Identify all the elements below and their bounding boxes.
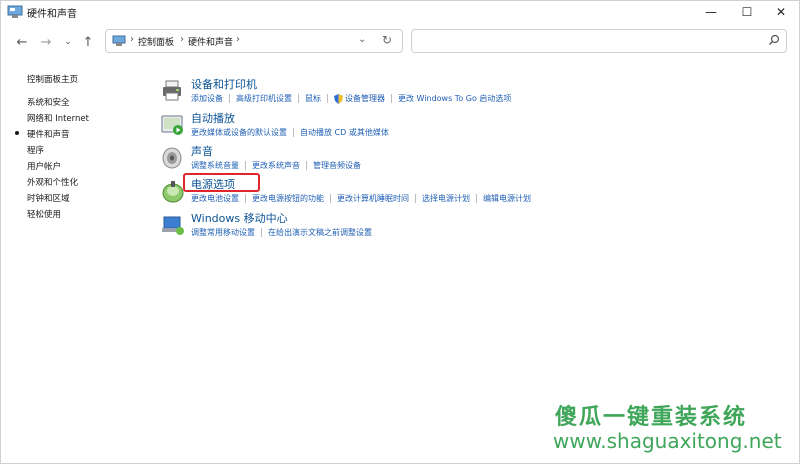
link-device-manager[interactable]: 设备管理器 [345,93,385,104]
link-divider [229,94,230,103]
navigation-bar: ← → ⌄ ↑ › 控制面板 › 硬件和声音 › ⌄ ↻ [1,27,799,57]
control-panel-icon [7,5,23,18]
admin-shield-icon [334,93,343,104]
autoplay-icon [161,115,183,135]
sidebar-item-programs[interactable]: 程序 [27,144,44,156]
maximize-button[interactable]: ☐ [729,1,765,23]
link-edit-power-plan[interactable]: 编辑电源计划 [483,193,531,204]
window-title: 硬件和声音 [27,9,77,20]
link-manage-audio-devices[interactable]: 管理音频设备 [313,160,361,171]
link-sleep-time[interactable]: 更改计算机睡眠时间 [337,193,409,204]
speaker-icon [162,147,182,169]
breadcrumb-separator: › [130,34,134,45]
category-autoplay: 自动播放 更改媒体或设备的默认设置 自动播放 CD 或其他媒体 [161,110,781,143]
address-bar[interactable]: › 控制面板 › 硬件和声音 › ⌄ ↻ [105,29,403,53]
link-divider [245,194,246,203]
address-dropdown-button[interactable]: ⌄ [358,34,366,45]
link-divider [327,94,328,103]
sidebar-item-appearance[interactable]: 外观和个性化 [27,176,78,188]
link-divider [415,194,416,203]
link-add-device[interactable]: 添加设备 [191,93,223,104]
title-bar: 硬件和声音 — ☐ ✕ [1,1,799,23]
category-title[interactable]: 自动播放 [191,110,235,126]
link-divider [306,161,307,170]
refresh-button[interactable]: ↻ [382,33,392,47]
sidebar-item-clock-region[interactable]: 时钟和区域 [27,192,70,204]
forward-button[interactable]: → [37,33,55,51]
category-title[interactable]: 声音 [191,143,213,159]
link-divider [476,194,477,203]
highlight-annotation [183,173,260,192]
link-choose-power-plan[interactable]: 选择电源计划 [422,193,470,204]
sidebar-item-ease-of-access[interactable]: 轻松使用 [27,208,61,220]
close-button[interactable]: ✕ [763,1,799,23]
minimize-button[interactable]: — [693,1,729,23]
link-divider [245,161,246,170]
category-title[interactable]: 设备和打印机 [191,76,257,92]
search-input[interactable] [411,29,787,53]
sidebar-item-home[interactable]: 控制面板主页 [27,73,78,85]
link-divider [391,94,392,103]
category-links: 更改媒体或设备的默认设置 自动播放 CD 或其他媒体 [191,127,389,138]
sidebar-item-hardware-sound[interactable]: 硬件和声音 [27,128,70,140]
control-panel-icon [112,35,126,46]
category-links: 调整常用移动设置 在给出演示文稿之前调整设置 [191,227,372,238]
link-change-system-sounds[interactable]: 更改系统声音 [252,160,300,171]
breadcrumb-separator: › [236,34,240,45]
recent-locations-button[interactable]: ⌄ [59,33,77,51]
category-links: 更改电池设置 更改电源按钮的功能 更改计算机睡眠时间 选择电源计划 编辑电源计划 [191,193,531,204]
link-adjust-volume[interactable]: 调整系统音量 [191,160,239,171]
link-mouse[interactable]: 鼠标 [305,93,321,104]
category-devices-printers: 设备和打印机 添加设备 高级打印机设置 鼠标 设备管理器 更改 Windows … [161,76,781,109]
link-divider [261,228,262,237]
sidebar-item-system-security[interactable]: 系统和安全 [27,96,70,108]
link-divider [293,128,294,137]
back-button[interactable]: ← [13,33,31,51]
sidebar-item-user-accounts[interactable]: 用户帐户 [27,160,61,172]
category-mobility-center: Windows 移动中心 调整常用移动设置 在给出演示文稿之前调整设置 [161,210,781,243]
breadcrumb-hardware-sound[interactable]: 硬件和声音 [188,35,233,48]
link-windows-to-go[interactable]: 更改 Windows To Go 启动选项 [398,93,511,104]
up-button[interactable]: ↑ [79,33,97,51]
watermark-brand: 傻瓜一键重装系统 [555,405,748,430]
mobility-center-icon [162,216,184,235]
link-adjust-mobility-settings[interactable]: 调整常用移动设置 [191,227,255,238]
printer-icon [163,80,181,101]
watermark-url: www.shaguaxitong.net [553,429,782,453]
link-autoplay-cd[interactable]: 自动播放 CD 或其他媒体 [300,127,389,138]
link-divider [330,194,331,203]
link-change-media-defaults[interactable]: 更改媒体或设备的默认设置 [191,127,287,138]
link-advanced-printer-settings[interactable]: 高级打印机设置 [236,93,292,104]
category-links: 添加设备 高级打印机设置 鼠标 设备管理器 更改 Windows To Go 启… [191,93,511,104]
category-sound: 声音 调整系统音量 更改系统声音 管理音频设备 [161,143,781,176]
control-panel-window: 硬件和声音 — ☐ ✕ ← → ⌄ ↑ › 控制面板 › 硬件和声音 › ⌄ ↻ [0,0,800,464]
search-icon [769,34,780,45]
link-divider [298,94,299,103]
breadcrumb-separator: › [180,34,184,45]
sidebar-item-network[interactable]: 网络和 Internet [27,112,89,124]
link-power-button-function[interactable]: 更改电源按钮的功能 [252,193,324,204]
link-battery-settings[interactable]: 更改电池设置 [191,193,239,204]
active-item-bullet [15,131,19,135]
link-presentation-settings[interactable]: 在给出演示文稿之前调整设置 [268,227,372,238]
category-title[interactable]: Windows 移动中心 [191,210,288,226]
power-icon [162,181,184,203]
breadcrumb-control-panel[interactable]: 控制面板 [138,35,174,48]
category-links: 调整系统音量 更改系统声音 管理音频设备 [191,160,361,171]
